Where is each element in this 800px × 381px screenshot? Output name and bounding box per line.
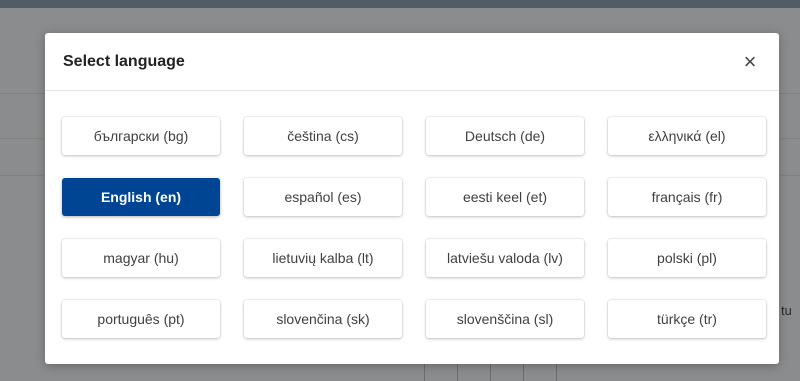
background-partial-text: tu: [781, 303, 792, 318]
language-button-lt[interactable]: lietuvių kalba (lt): [244, 239, 402, 277]
language-button-sk[interactable]: slovenčina (sk): [244, 300, 402, 338]
language-button-es[interactable]: español (es): [244, 178, 402, 216]
modal-header: Select language ×: [45, 33, 779, 91]
background-pagination: [424, 362, 557, 381]
language-button-lv[interactable]: latviešu valoda (lv): [426, 239, 584, 277]
language-button-tr[interactable]: türkçe (tr): [608, 300, 766, 338]
language-button-en[interactable]: English (en): [62, 178, 220, 216]
close-icon: ×: [743, 48, 757, 74]
language-button-fr[interactable]: français (fr): [608, 178, 766, 216]
language-button-el[interactable]: ελληνικά (el): [608, 117, 766, 155]
language-button-cs[interactable]: čeština (cs): [244, 117, 402, 155]
language-grid: български (bg) čeština (cs) Deutsch (de) ελ…: [62, 117, 766, 338]
language-button-hu[interactable]: magyar (hu): [62, 239, 220, 277]
background-header-bar: [0, 0, 800, 8]
close-button[interactable]: ×: [739, 48, 761, 74]
language-button-de[interactable]: Deutsch (de): [426, 117, 584, 155]
language-button-et[interactable]: eesti keel (et): [426, 178, 584, 216]
modal-title: Select language: [63, 52, 185, 70]
language-button-bg[interactable]: български (bg): [62, 117, 220, 155]
language-button-pl[interactable]: polski (pl): [608, 239, 766, 277]
language-modal: Select language × български (bg) čeština …: [45, 33, 779, 364]
language-button-sl[interactable]: slovenščina (sl): [426, 300, 584, 338]
language-button-pt[interactable]: português (pt): [62, 300, 220, 338]
